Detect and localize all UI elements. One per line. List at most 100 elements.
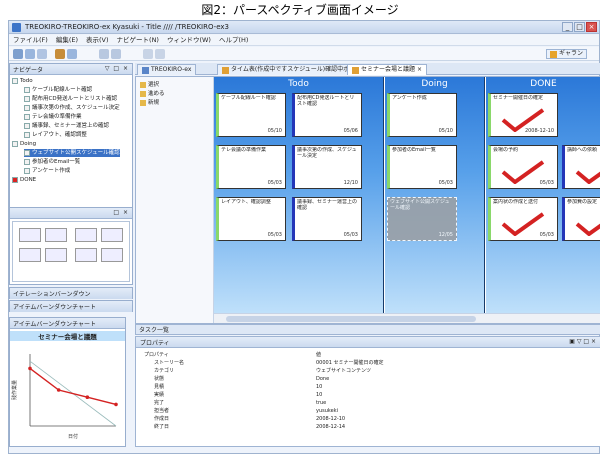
task-card[interactable]: 議事次第の作成、スケジュール決定 12/10 [292,145,362,189]
navigator-tab[interactable]: ナビゲータ ▽ □ × [10,64,132,75]
search-icon[interactable] [143,49,153,59]
task-card[interactable]: 参加者のEmail一覧 05/03 [387,145,457,189]
thumb-card [101,248,123,262]
property-value[interactable]: true [316,400,326,406]
palette-new[interactable]: 新規 [140,99,159,107]
task-card[interactable]: アンケート作成 05/10 [387,93,457,137]
menu-help[interactable]: ヘルプ(H) [219,35,248,45]
thumb-card [19,248,41,262]
save-icon[interactable] [25,49,35,59]
tree-node[interactable]: アンケート作成 [24,167,70,175]
perspective-label: ギャラン [558,50,583,57]
menu-navigate[interactable]: ナビゲート(N) [117,35,159,45]
close-icon[interactable]: × [586,22,597,32]
lane-title: Doing [421,79,448,89]
property-key: 完了 [154,400,165,406]
tab-close-icon[interactable]: × [417,65,422,75]
overview-tab[interactable]: □ × [10,208,132,219]
property-value[interactable]: yusukeki [316,408,338,414]
property-key: 状態 [154,376,165,382]
window-controls: _ □ × [562,22,597,32]
task-icon [24,105,30,111]
panel-controls[interactable]: ▽ □ × [105,65,129,72]
board-thumbnail[interactable] [12,221,130,282]
property-key: 終了日 [154,424,170,430]
property-value[interactable]: 10 [316,384,322,390]
task-card[interactable]: テレ会議の準備作業 05/03 [216,145,286,189]
tab-seminar[interactable]: セミナー会場と議題 × [347,64,428,75]
minimize-icon[interactable]: _ [562,22,573,32]
task-card-done[interactable]: 講師への依頼 [562,145,600,189]
task-card-done[interactable]: 会場の予約 05/03 [488,145,558,189]
task-icon [24,114,30,120]
check-mark-icon [575,170,600,184]
property-value[interactable]: 00001 セミナー開催日の確定 [316,360,384,366]
properties-title: プロパティ [140,340,170,347]
run-icon[interactable] [55,49,65,59]
new-icon[interactable] [13,49,23,59]
perspective-switcher[interactable]: ギャラン [545,49,587,59]
task-card-done[interactable]: 案内状の作成と送付 05/03 [488,197,558,241]
tree-node[interactable]: 議事録、セミナー運営上の確認 [24,122,109,130]
iteration-burndown-tab[interactable]: イテレーションバーンダウン [9,287,133,299]
tree-node[interactable]: テレ会議の準備作業 [24,113,82,121]
tab-task-list[interactable]: タスク一覧 [139,326,169,335]
task-card[interactable]: レイアウト、確認調整 05/03 [216,197,286,241]
scroll-thumb[interactable] [226,316,476,322]
chart-title: セミナー会場と議題 [10,331,125,341]
property-value[interactable]: 10 [316,392,322,398]
palette-advance[interactable]: 進める [140,90,165,98]
lane-title: Todo [288,79,309,89]
property-key: 作成日 [154,416,170,422]
property-value[interactable]: 2008-12-10 [316,416,345,422]
properties-header: プロパティ ▣ ▽ □ × [136,337,600,348]
menu-file[interactable]: ファイル(F) [13,35,48,45]
back-icon[interactable] [99,49,109,59]
tree-node[interactable]: 参加者のEmail一覧 [24,158,80,166]
tree-node-doing[interactable]: Doing [12,140,36,148]
tree-node[interactable]: レイアウト、確認調整 [24,131,87,139]
print-icon[interactable] [37,49,47,59]
tree-node[interactable]: 議事次第の作成、スケジュール決定 [24,104,120,112]
title-bar: TREOKIRO-TREOKIRO-ex Kyasuki - Title ///… [9,21,599,34]
task-card[interactable]: 議事録、セミナー運営上の確認 05/03 [292,197,362,241]
task-card-dragging[interactable]: ウェブサイト公開スケジュール確認 12/05 [387,197,457,241]
tree-node[interactable]: 配布用CD発送ルートとリスト確認 [24,95,117,103]
navigator-panel: ナビゲータ ▽ □ × Todo ケーブル配線ルート確認 配布用CD発送ルートと… [9,63,133,227]
property-value[interactable]: 2008-12-14 [316,424,345,430]
maximize-icon[interactable]: □ [574,22,585,32]
task-card[interactable]: ケーブル配線ルート確認 05/10 [216,93,286,137]
palette-select[interactable]: 選択 [140,81,159,89]
horizontal-scrollbar[interactable] [214,313,600,323]
item-burndown-tab[interactable]: アイテムバーンダウンチャート [9,300,133,312]
tree-node-done[interactable]: DONE [12,176,36,184]
task-card-done[interactable]: セミナー開催日の確定 2008-12-10 [488,93,558,137]
panel-controls[interactable]: □ × [113,209,129,216]
task-card[interactable]: 配布用CD発送ルートとリスト確認 05/06 [292,93,362,137]
task-card-done[interactable]: 参加費の設定 [562,197,600,241]
done-folder-icon [12,177,18,183]
burndown-chart-panel: アイテムバーンダウンチャート セミナー会場と議題 日付 残作業量 [9,317,126,447]
perspective-icon [549,50,557,58]
project-icon [142,66,149,74]
task-icon [24,96,30,102]
new-card-icon [140,100,146,106]
tab-schedule-board[interactable]: タイム表(作成中ですスケジュール)確認中ボード [217,64,367,75]
forward-icon[interactable] [111,49,121,59]
menu-bar: ファイル(F) 編集(E) 表示(V) ナビゲート(N) ウィンドウ(W) ヘル… [9,35,599,46]
menu-view[interactable]: 表示(V) [86,35,109,45]
dropdown-icon[interactable] [67,49,77,59]
properties-controls[interactable]: ▣ ▽ □ × [569,338,596,345]
check-mark-icon [575,222,600,236]
property-value[interactable]: ウェブサイトコンテンツ [316,368,371,374]
board-icon [222,66,229,74]
tree-node-todo[interactable]: Todo [12,77,33,85]
menu-window[interactable]: ウィンドウ(W) [167,35,211,45]
tab-project[interactable]: TREOKIRO-ex [137,64,197,75]
zoom-icon[interactable] [155,49,165,59]
tree-node[interactable]: ケーブル配線ルート確認 [24,86,92,94]
property-value[interactable]: 値 [316,352,321,358]
tree-node-selected[interactable]: ウェブサイト公開スケジュール確認 [24,149,120,157]
property-value[interactable]: Done [316,376,329,382]
menu-edit[interactable]: 編集(E) [56,35,78,45]
